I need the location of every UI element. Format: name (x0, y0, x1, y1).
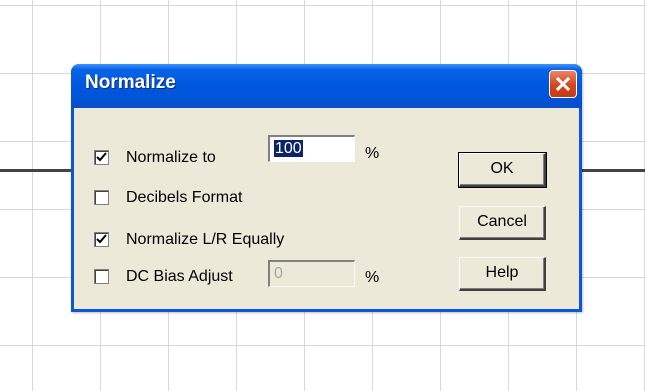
option-dc-bias: DC Bias Adjust (94, 267, 294, 289)
normalize-percent-label: % (365, 145, 380, 162)
option-decibels-format: Decibels Format (94, 188, 344, 210)
ok-button[interactable]: OK (458, 152, 547, 188)
normalize-value-input[interactable]: 100 (268, 135, 355, 162)
help-button[interactable]: Help (459, 257, 546, 291)
close-icon (556, 77, 570, 91)
dc-bias-checkbox[interactable] (94, 269, 109, 284)
cancel-button[interactable]: Cancel (459, 206, 546, 240)
normalize-lr-label: Normalize L/R Equally (126, 231, 285, 248)
normalize-dialog: Normalize Normalize to 100 % Decibels Fo… (71, 64, 582, 312)
normalize-to-checkbox[interactable] (94, 150, 109, 165)
check-icon (96, 234, 107, 244)
decibels-format-checkbox[interactable] (94, 190, 109, 205)
dc-bias-label: DC Bias Adjust (126, 268, 233, 285)
dc-bias-value-input[interactable]: 0 (268, 260, 355, 287)
dialog-title: Normalize (85, 72, 176, 93)
normalize-lr-checkbox[interactable] (94, 232, 109, 247)
dc-bias-percent-label: % (365, 269, 380, 286)
normalize-to-label: Normalize to (126, 149, 216, 166)
check-icon (96, 152, 107, 162)
decibels-format-label: Decibels Format (126, 189, 243, 206)
title-bar[interactable]: Normalize (71, 64, 582, 108)
close-button[interactable] (549, 70, 577, 98)
option-normalize-lr: Normalize L/R Equally (94, 230, 394, 252)
